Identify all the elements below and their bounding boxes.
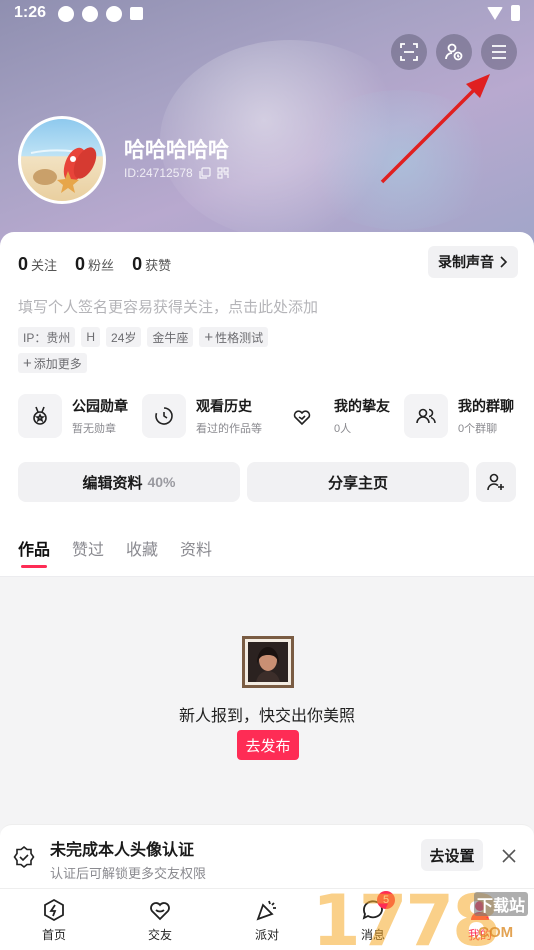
qrcode-icon[interactable] <box>217 167 229 179</box>
notice-subtitle: 认证后可解锁更多交友权限 <box>50 866 207 881</box>
heart-friends-icon <box>280 394 324 438</box>
app-notification-icon <box>130 7 143 20</box>
record-voice-label: 录制声音 <box>438 254 494 270</box>
medal-icon <box>18 394 62 438</box>
watermark-site: 下载站 <box>474 892 529 916</box>
stat-followers[interactable]: 0 粉丝 <box>75 254 114 275</box>
visitor-button[interactable] <box>436 34 472 70</box>
app-notification-icon <box>82 6 98 22</box>
group-icon <box>404 394 448 438</box>
status-bar: 1:26 <box>0 0 534 30</box>
wifi-icon <box>487 6 503 20</box>
stat-following[interactable]: 0 关注 <box>18 254 57 275</box>
nav-friends[interactable]: 交友 <box>130 897 190 943</box>
nav-home[interactable]: 首页 <box>24 897 84 943</box>
status-time: 1:26 <box>14 4 47 21</box>
tag-age: 24岁 <box>106 327 142 347</box>
scan-icon <box>400 43 418 61</box>
verified-badge-icon <box>13 845 35 869</box>
tag-gender: H <box>81 327 101 347</box>
stats-row: 0 关注 0 粉丝 0 获赞 <box>18 254 171 275</box>
watermark-domain: .COM <box>474 924 514 941</box>
user-id-row: ID:24712578 <box>124 166 229 180</box>
system-icons <box>487 5 520 21</box>
scan-button[interactable] <box>391 34 427 70</box>
copy-icon[interactable] <box>199 167 211 179</box>
hamburger-menu-icon <box>492 45 506 59</box>
empty-state-text: 新人报到，快交出你美照 <box>178 708 355 725</box>
menu-button[interactable] <box>481 34 517 70</box>
add-user-icon <box>487 473 504 491</box>
add-friend-button[interactable] <box>476 462 516 502</box>
content-tabs: 作品 赞过 收藏 资料 <box>18 536 212 568</box>
stat-likes[interactable]: 0 获赞 <box>132 254 171 275</box>
nav-party[interactable]: 派对 <box>237 897 297 943</box>
app-notification-icon <box>58 6 74 22</box>
heart-icon <box>150 902 170 921</box>
tag-ip: IP：贵州 <box>18 327 76 347</box>
tabs-divider <box>0 576 534 577</box>
plus-icon: + <box>204 328 214 346</box>
feature-park-medal[interactable]: 公园勋章 暂无勋章 <box>18 394 128 438</box>
feature-watch-history[interactable]: 观看历史 看过的作品等 <box>142 394 262 438</box>
tab-works[interactable]: 作品 <box>18 536 50 568</box>
edit-profile-button[interactable]: 编辑资料 40% <box>18 462 240 502</box>
record-voice-button[interactable]: 录制声音 <box>428 246 518 278</box>
profile-completion-percent: 40% <box>147 474 176 490</box>
avatar-beach-image <box>30 147 97 193</box>
annotation-arrow <box>380 74 490 184</box>
app-notification-icon <box>106 6 122 22</box>
profile-card: 0 关注 0 粉丝 0 获赞 录制声音 填写个人签名更容易获得关注，点击此处添加 IP… <box>0 232 534 576</box>
battery-icon <box>511 5 520 21</box>
user-clock-icon <box>445 43 463 61</box>
feature-best-friends[interactable]: 我的挚友 0人 <box>280 394 390 438</box>
portrait-image <box>248 642 288 682</box>
home-icon <box>44 898 64 922</box>
tab-info[interactable]: 资料 <box>180 536 212 560</box>
bio-placeholder[interactable]: 填写个人签名更容易获得关注，点击此处添加 <box>18 296 318 317</box>
feature-my-groups[interactable]: 我的群聊 0个群聊 <box>404 394 514 438</box>
publish-button[interactable]: 去发布 <box>237 730 299 760</box>
go-settings-button[interactable]: 去设置 <box>421 839 483 871</box>
tag-zodiac: 金牛座 <box>147 327 194 347</box>
chevron-right-icon <box>500 256 508 268</box>
tab-favorites[interactable]: 收藏 <box>126 536 158 560</box>
user-id: ID:24712578 <box>124 166 193 180</box>
tab-liked[interactable]: 赞过 <box>72 536 104 560</box>
clock-icon <box>142 394 186 438</box>
tags-row: IP：贵州 H 24岁 金牛座 + 性格测试 <box>18 327 418 347</box>
notification-icons <box>58 6 143 22</box>
tag-personality-test[interactable]: + 性格测试 <box>199 327 269 347</box>
share-profile-button[interactable]: 分享主页 <box>247 462 469 502</box>
feature-row: 公园勋章 暂无勋章 观看历史 看过的作品等 我的挚友 0人 我的群聊 0个群聊 <box>18 394 518 442</box>
watermark-logo: 1778 <box>312 880 501 950</box>
party-icon <box>256 900 276 921</box>
nickname: 哈哈哈哈哈 <box>124 139 229 162</box>
add-more-tags[interactable]: + 添加更多 <box>18 353 87 373</box>
empty-state-photo <box>242 636 294 688</box>
notice-title: 未完成本人头像认证 <box>50 842 195 859</box>
plus-icon: + <box>23 354 32 372</box>
close-icon[interactable] <box>502 849 516 863</box>
avatar[interactable] <box>18 116 106 204</box>
verification-notice: 未完成本人头像认证 认证后可解锁更多交友权限 去设置 <box>0 824 534 888</box>
